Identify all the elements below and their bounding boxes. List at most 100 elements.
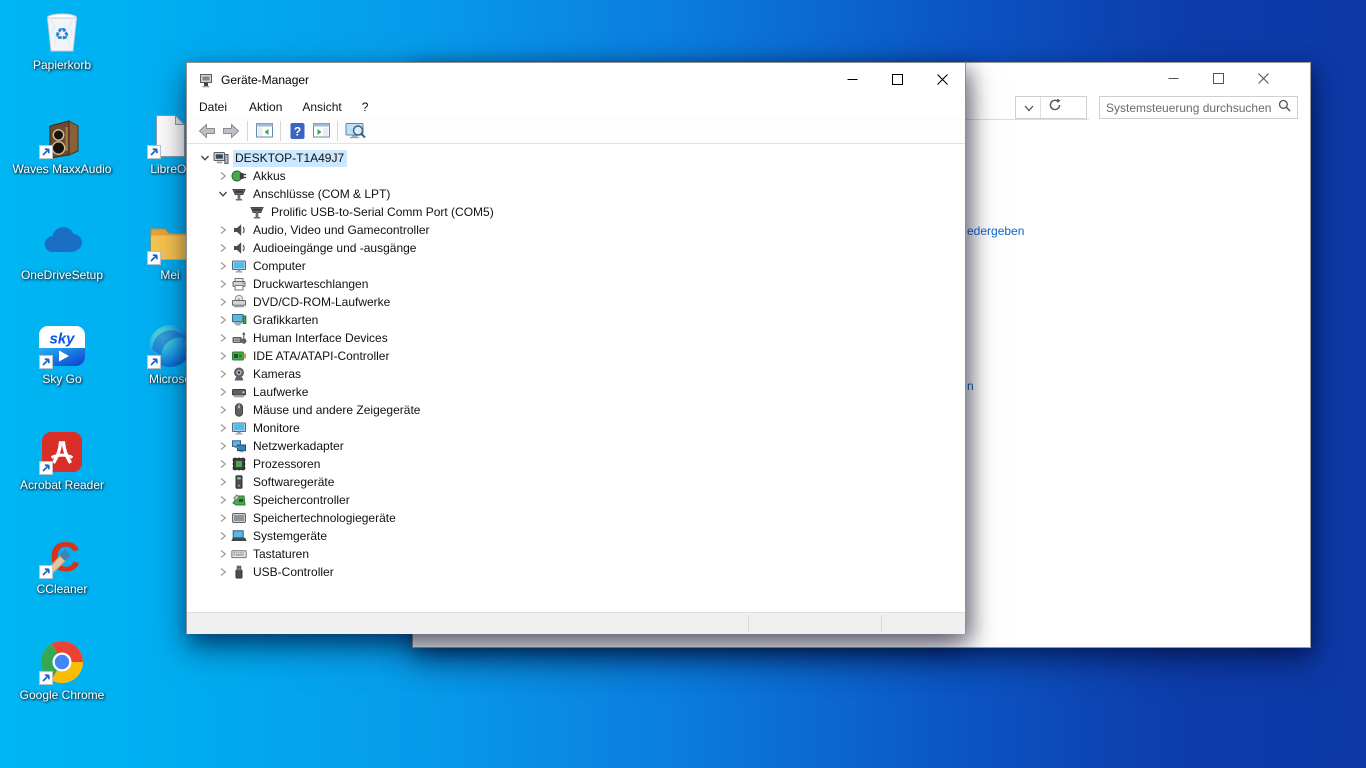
chevron-right-icon[interactable] [214,456,231,472]
tree-item-label[interactable]: Systemgeräte [251,528,330,545]
tree-item-label[interactable]: Computer [251,258,309,275]
chevron-right-icon[interactable] [214,348,231,364]
chevron-right-icon[interactable] [214,258,231,274]
tree-item[interactable]: Human Interface Devices [194,329,965,347]
chevron-right-icon[interactable] [214,510,231,526]
tree-item[interactable]: Softwaregeräte [194,473,965,491]
chevron-right-icon[interactable] [214,222,231,238]
chevron-right-icon[interactable] [214,276,231,292]
tree-item-label[interactable]: Laufwerke [251,384,311,401]
tree-item[interactable]: Prolific USB-to-Serial Comm Port (COM5) [194,203,965,221]
tree-item-label[interactable]: Tastaturen [251,546,312,563]
desktop-icon-google-chrome[interactable]: Google Chrome [12,638,112,702]
tree-item-label[interactable]: Audioeingänge und -ausgänge [251,240,419,257]
scan-hardware-icon[interactable] [342,120,370,142]
chevron-right-icon[interactable] [214,492,231,508]
chevron-right-icon[interactable] [214,240,231,256]
menu-item-hilfe[interactable]: ? [352,97,379,118]
desktop-icon-ccleaner[interactable]: C CCleaner [12,532,112,596]
tree-item[interactable]: Computer [194,257,965,275]
menu-item-datei[interactable]: Datei [199,97,239,118]
tree-item-label[interactable]: Prolific USB-to-Serial Comm Port (COM5) [269,204,497,221]
tree-item-label[interactable]: Anschlüsse (COM & LPT) [251,186,393,203]
tree-item[interactable]: Monitore [194,419,965,437]
tree-item-label[interactable]: DVD/CD-ROM-Laufwerke [251,294,393,311]
tree-item[interactable]: Systemgeräte [194,527,965,545]
tree-item-label[interactable]: Grafikkarten [251,312,321,329]
tree-item[interactable]: DVD/CD-ROM-Laufwerke [194,293,965,311]
chevron-right-icon[interactable] [214,168,231,184]
link-fragment[interactable]: edergeben [967,224,1024,238]
tree-item-label[interactable]: Mäuse und andere Zeigegeräte [251,402,423,419]
back-arrow-icon[interactable] [195,120,219,142]
close-button[interactable] [920,65,965,95]
tree-item-label[interactable]: Human Interface Devices [251,330,391,347]
tree-item-label[interactable]: Audio, Video und Gamecontroller [251,222,433,239]
tree-item-label[interactable]: Prozessoren [251,456,323,473]
chevron-right-icon[interactable] [214,438,231,454]
tree-item-label[interactable]: Speichercontroller [251,492,353,509]
chevron-right-icon[interactable] [214,384,231,400]
tree-item-label[interactable]: Akkus [251,168,289,185]
tree-item[interactable]: Druckwarteschlangen [194,275,965,293]
tree-item-label[interactable]: Kameras [251,366,304,383]
tree-item-label[interactable]: IDE ATA/ATAPI-Controller [251,348,392,365]
chevron-right-icon[interactable] [214,564,231,580]
chevron-down-icon[interactable] [1024,99,1034,117]
show-console-tree-icon[interactable] [252,120,276,142]
help-icon[interactable]: ? [285,120,309,142]
tree-item-label[interactable]: Netzwerkadapter [251,438,347,455]
tree-item-label[interactable]: DESKTOP-T1A49J7 [233,149,348,167]
refresh-icon[interactable] [1048,98,1062,117]
chevron-right-icon[interactable] [214,402,231,418]
tree-item[interactable]: Grafikkarten [194,311,965,329]
tree-item[interactable]: USB-Controller [194,563,965,581]
tree-item[interactable]: Audioeingänge und -ausgänge [194,239,965,257]
minimize-button[interactable] [830,65,875,95]
search-icon[interactable] [1278,99,1291,117]
minimize-button[interactable] [1151,63,1196,93]
tree-item[interactable]: Speichercontroller [194,491,965,509]
menu-item-ansicht[interactable]: Ansicht [292,97,351,118]
chevron-right-icon[interactable] [214,312,231,328]
desktop-icon-waves-maxxaudio[interactable]: Waves MaxxAudio [12,112,112,176]
tree-item[interactable]: Kameras [194,365,965,383]
tree-item-label[interactable]: USB-Controller [251,564,337,581]
tree-item[interactable]: Prozessoren [194,455,965,473]
properties-icon[interactable] [309,120,333,142]
desktop-icon-papierkorb[interactable]: ♻ Papierkorb [12,8,112,72]
forward-arrow-icon[interactable] [219,120,243,142]
tree-item-label[interactable]: Softwaregeräte [251,474,337,491]
tree-item[interactable]: Speichertechnologiegeräte [194,509,965,527]
desktop-icon-sky-go[interactable]: sky Sky Go [12,322,112,386]
chevron-right-icon[interactable] [214,546,231,562]
chevron-right-icon[interactable] [214,330,231,346]
chevron-right-icon[interactable] [214,420,231,436]
chevron-right-icon[interactable] [214,528,231,544]
tree-item[interactable]: Mäuse und andere Zeigegeräte [194,401,965,419]
chevron-right-icon[interactable] [214,474,231,490]
chevron-right-icon[interactable] [214,366,231,382]
chevron-right-icon[interactable] [214,294,231,310]
maximize-button[interactable] [1196,63,1241,93]
tree-item-label[interactable]: Druckwarteschlangen [251,276,371,293]
tree-item[interactable]: IDE ATA/ATAPI-Controller [194,347,965,365]
tree-item[interactable]: Netzwerkadapter [194,437,965,455]
tree-item[interactable]: DESKTOP-T1A49J7 [194,149,965,167]
tree-item[interactable]: Anschlüsse (COM & LPT) [194,185,965,203]
maximize-button[interactable] [875,65,920,95]
tree-item-label[interactable]: Speichertechnologiegeräte [251,510,399,527]
close-button[interactable] [1241,63,1286,93]
link-fragment[interactable]: n [967,379,974,393]
search-box[interactable]: Systemsteuerung durchsuchen [1099,96,1298,119]
desktop-icon-onedrivesetup[interactable]: OneDriveSetup [12,218,112,282]
tree-item[interactable]: Tastaturen [194,545,965,563]
tree-item[interactable]: Laufwerke [194,383,965,401]
desktop-icon-acrobat-reader[interactable]: Acrobat Reader [12,428,112,492]
menu-item-aktion[interactable]: Aktion [239,97,292,118]
chevron-down-icon[interactable] [196,150,213,166]
tree-item[interactable]: Audio, Video und Gamecontroller [194,221,965,239]
tree-item-label[interactable]: Monitore [251,420,303,437]
chevron-down-icon[interactable] [214,186,231,202]
tree-item[interactable]: Akkus [194,167,965,185]
